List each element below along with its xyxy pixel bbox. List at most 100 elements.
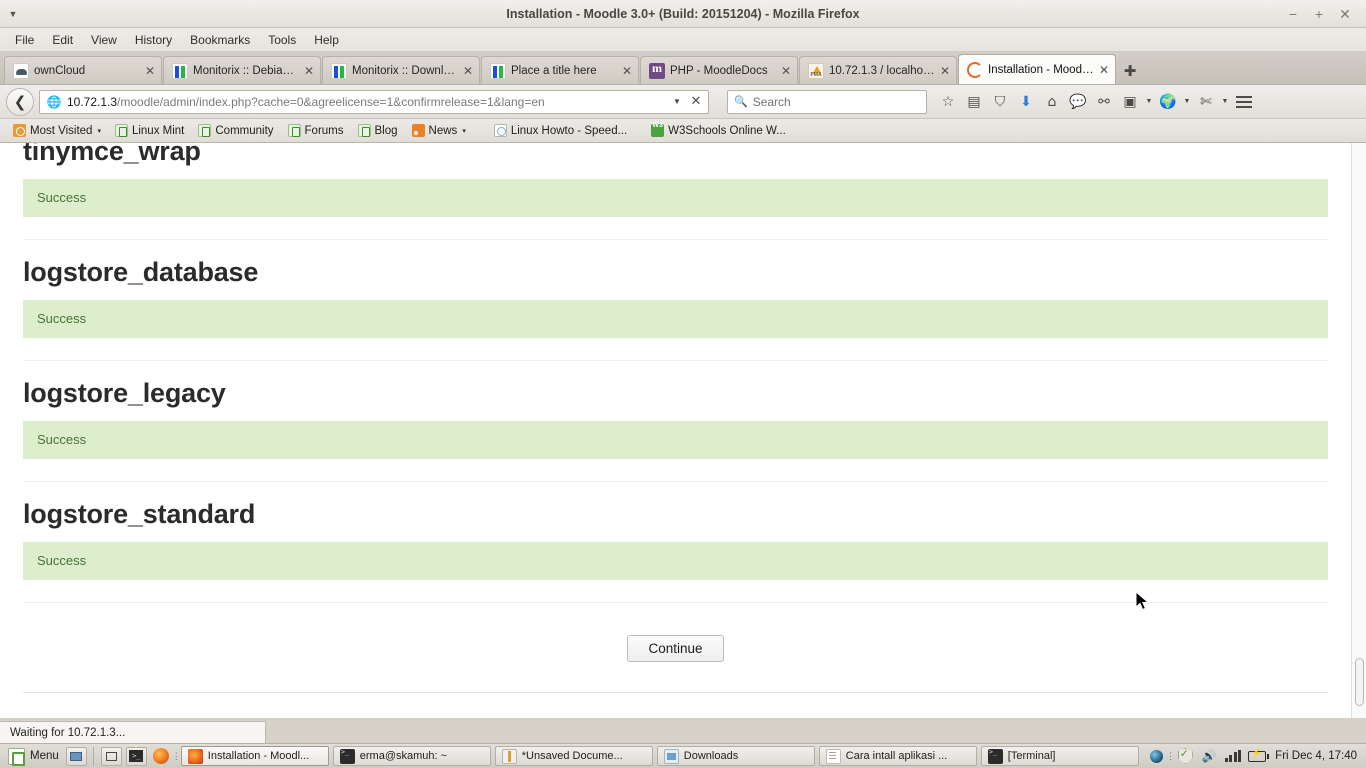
bookmark-star-icon[interactable]: ☆ xyxy=(935,89,961,115)
file-manager-icon xyxy=(663,748,679,764)
start-menu-label: Menu xyxy=(30,750,59,762)
menu-item-view[interactable]: View xyxy=(82,29,126,51)
volume-icon[interactable]: 🔊 xyxy=(1197,746,1221,766)
phpmyadmin-favicon xyxy=(808,62,824,79)
bookmark-forums[interactable]: Forums xyxy=(281,122,351,139)
tab-label: PHP - MoodleDocs xyxy=(670,64,768,77)
menu-item-tools[interactable]: Tools xyxy=(259,29,305,51)
minimize-button[interactable]: − xyxy=(1280,0,1306,28)
menu-item-file[interactable]: File xyxy=(6,29,43,51)
chevron-down-icon[interactable]: ▼ xyxy=(1181,98,1193,105)
window-button-label: [Terminal] xyxy=(1007,750,1056,762)
menu-item-history[interactable]: History xyxy=(126,29,181,51)
maximize-button[interactable]: + xyxy=(1306,0,1332,28)
chevron-down-icon[interactable]: ▼ xyxy=(668,97,686,106)
taskbar-window-button[interactable]: Downloads xyxy=(656,746,815,766)
bookmark-news[interactable]: News ▾ xyxy=(405,122,473,139)
vertical-scrollbar[interactable] xyxy=(1351,143,1366,718)
continue-button[interactable]: Continue xyxy=(627,635,724,662)
page-identity-globe-icon[interactable]: 🌐 xyxy=(45,94,63,110)
reading-list-icon[interactable]: ▤ xyxy=(961,89,987,115)
document-icon xyxy=(825,748,841,764)
browser-tab[interactable]: 10.72.1.3 / localhost ... ✕ xyxy=(799,56,957,84)
window-menu-arrow-icon[interactable]: ▼ xyxy=(0,0,26,28)
menu-item-edit[interactable]: Edit xyxy=(43,29,82,51)
taskbar-window-button[interactable]: Cara intall aplikasi ... xyxy=(818,746,977,766)
clock[interactable]: Fri Dec 4, 17:40 xyxy=(1269,750,1357,762)
bookmark-label: Blog xyxy=(374,124,398,137)
linux-mint-icon xyxy=(198,124,212,137)
monitorix-favicon xyxy=(490,62,506,79)
menu-item-help[interactable]: Help xyxy=(305,29,348,51)
search-input[interactable]: 🔍 Search xyxy=(727,89,927,114)
taskbar-window-button[interactable]: Installation - Moodl... xyxy=(180,746,329,766)
taskbar-window-button[interactable]: [Terminal] xyxy=(980,746,1139,766)
stop-loading-icon[interactable]: ✕ xyxy=(686,94,706,109)
globe-icon[interactable]: 🌍 xyxy=(1155,89,1181,115)
bookmark-linux-howto[interactable]: Linux Howto - Speed... xyxy=(487,122,634,139)
bookmark-community[interactable]: Community xyxy=(191,122,280,139)
home-icon[interactable]: ⌂ xyxy=(1039,89,1065,115)
firefox-launcher[interactable] xyxy=(151,747,172,766)
browser-tab[interactable]: ownCloud ✕ xyxy=(4,56,162,84)
hamburger-lines xyxy=(1236,95,1252,108)
pocket-icon[interactable]: ⛉ xyxy=(987,89,1013,115)
w3schools-icon xyxy=(651,122,665,137)
browser-tab[interactable]: Place a title here ✕ xyxy=(481,56,639,84)
terminal-icon xyxy=(339,748,355,764)
show-desktop-button[interactable] xyxy=(65,746,87,766)
linux-mint-icon xyxy=(114,124,128,137)
terminal-launcher[interactable]: >_ xyxy=(125,746,147,766)
monitor-icon xyxy=(70,751,83,761)
window-list-button[interactable] xyxy=(100,746,122,766)
quick-launch-group: >_ ⋮ xyxy=(92,746,181,766)
chat-icon[interactable]: 💬 xyxy=(1065,89,1091,115)
taskbar-window-button[interactable]: erma@skamuh: ~ xyxy=(332,746,491,766)
downloads-icon[interactable]: ⬇ xyxy=(1013,89,1039,115)
plugin-icon[interactable]: ✄ xyxy=(1193,89,1219,115)
tab-close-icon[interactable]: ✕ xyxy=(304,64,314,78)
tab-close-icon[interactable]: ✕ xyxy=(145,64,155,78)
drag-handle[interactable]: ⋮ xyxy=(172,749,181,763)
bookmark-label: Most Visited xyxy=(30,124,93,137)
tab-close-icon[interactable]: ✕ xyxy=(622,64,632,78)
browser-tab[interactable]: PHP - MoodleDocs ✕ xyxy=(640,56,798,84)
start-menu-button[interactable]: Menu xyxy=(3,747,64,766)
howto-icon xyxy=(493,124,507,137)
new-tab-button[interactable]: ✚ xyxy=(1117,58,1143,84)
tab-close-icon[interactable]: ✕ xyxy=(781,64,791,78)
taskbar-window-button[interactable]: *Unsaved Docume... xyxy=(494,746,653,766)
server-icon[interactable]: ▣ xyxy=(1117,89,1143,115)
bookmark-most-visited[interactable]: Most Visited ▾ xyxy=(6,122,108,139)
bookmark-label: Linux Mint xyxy=(131,124,185,137)
tab-label: Monitorix :: Debian/... xyxy=(193,64,299,77)
tab-close-icon[interactable]: ✕ xyxy=(940,64,950,78)
sync-icon[interactable]: ⚯ xyxy=(1091,89,1117,115)
linux-mint-logo-icon xyxy=(8,747,25,766)
browser-tab-active[interactable]: Installation - Moodle... ✕ xyxy=(958,54,1116,84)
network-signal-icon[interactable] xyxy=(1221,746,1245,766)
plugin-block: tinymce_wrap Success xyxy=(23,143,1328,240)
bookmark-w3schools[interactable]: W3Schools Online W... xyxy=(644,122,793,139)
browser-tab[interactable]: Monitorix :: Downloa... ✕ xyxy=(322,56,480,84)
back-button-icon[interactable]: ❮ xyxy=(6,87,34,116)
bookmark-blog[interactable]: Blog xyxy=(351,122,405,139)
menu-hamburger-icon[interactable] xyxy=(1231,89,1257,115)
menu-item-bookmarks[interactable]: Bookmarks xyxy=(181,29,259,51)
chevron-down-icon[interactable]: ▼ xyxy=(1219,98,1231,105)
tab-close-icon[interactable]: ✕ xyxy=(1099,63,1109,77)
chevron-down-icon[interactable]: ▼ xyxy=(1143,98,1155,105)
bookmark-label: Community xyxy=(215,124,274,137)
battery-icon[interactable] xyxy=(1245,746,1270,766)
close-button[interactable]: ✕ xyxy=(1332,0,1358,28)
browser-tab[interactable]: Monitorix :: Debian/... ✕ xyxy=(163,56,321,84)
window-button-label: *Unsaved Docume... xyxy=(521,750,623,762)
update-shield-icon[interactable] xyxy=(1173,746,1197,766)
tab-close-icon[interactable]: ✕ xyxy=(463,64,473,78)
system-tray: ⋮ 🔊 Fri Dec 4, 17:40 xyxy=(1144,746,1363,766)
bookmark-linux-mint[interactable]: Linux Mint xyxy=(108,122,191,139)
camera-tray-icon[interactable] xyxy=(1144,746,1168,766)
chevron-down-icon: ▾ xyxy=(97,127,101,135)
scrollbar-thumb[interactable] xyxy=(1355,658,1364,706)
address-bar[interactable]: 🌐 10.72.1.3/moodle/admin/index.php?cache… xyxy=(39,89,709,114)
